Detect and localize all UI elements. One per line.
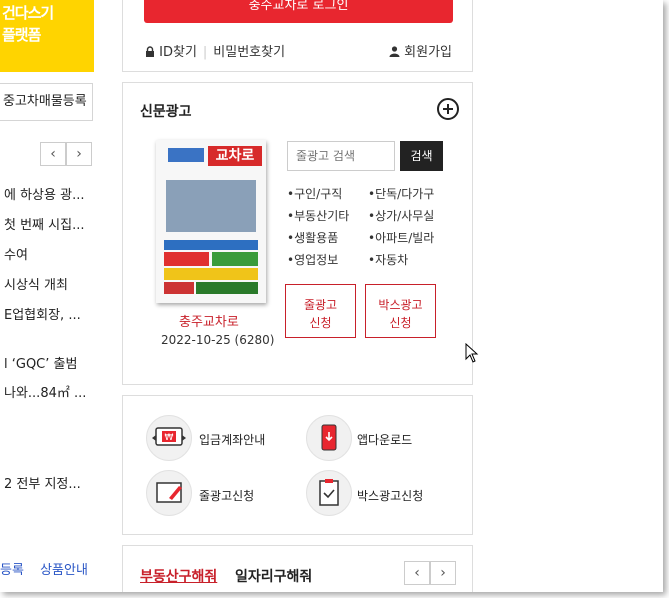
line-ad-apply-button[interactable]: 줄광고 신청 <box>285 284 356 338</box>
news-item[interactable]: 나와...84㎡ ... <box>4 382 86 401</box>
lock-icon <box>146 46 154 57</box>
bank-transfer-icon[interactable]: ₩ <box>146 415 192 461</box>
news-item[interactable]: 첫 번째 시집... <box>4 214 84 233</box>
clipboard-check-icon[interactable] <box>306 470 352 516</box>
paper-date: 2022-10-25 (6280) <box>161 333 275 347</box>
paper-name[interactable]: 충주교차로 <box>179 311 239 330</box>
product-info-link[interactable]: 상품안내 <box>40 563 88 578</box>
news-item[interactable]: 수여 <box>4 244 28 263</box>
paper-photo <box>166 180 256 232</box>
news-item[interactable]: 2 전부 지정... <box>4 473 81 492</box>
line-ad-search-input[interactable] <box>287 141 395 171</box>
job-realestate-panel: 부동산구해줘 일자리구해줘 ‹ › <box>122 545 473 592</box>
register-link[interactable]: 등록 <box>0 563 24 578</box>
paper-ads <box>164 240 258 294</box>
category-link[interactable]: •아파트/빌라 <box>368 229 434 246</box>
search-button[interactable]: 검색 <box>400 141 443 171</box>
promo-banner[interactable]: 건다스기 플랫폼 <box>0 0 94 72</box>
line-ad-apply-label-1: 줄광고 <box>303 298 338 312</box>
banner-line-1: 건다스기 <box>2 4 54 22</box>
prev-tab-button[interactable]: ‹ <box>404 561 430 585</box>
join-label: 회원가입 <box>404 45 452 60</box>
news-item[interactable]: 시상식 개최 <box>4 274 68 293</box>
box-ad-apply-label-2: 신청 <box>389 316 412 330</box>
login-panel: 충주교차로 로그인 ID찾기 | 비밀번호찾기 회원가입 <box>122 0 473 72</box>
category-link[interactable]: •생활용품 <box>287 229 338 246</box>
service-label[interactable]: 앱다운로드 <box>357 431 412 448</box>
tab-jobs[interactable]: 일자리구해줘 <box>235 566 312 586</box>
service-panel: ₩ 입금계좌안내 앱다운로드 줄광고신청 박스광고신청 <box>122 395 473 535</box>
news-item[interactable]: E업협회장, ... <box>4 304 81 323</box>
paper-masthead-small <box>168 148 204 162</box>
chevron-left-icon: ‹ <box>50 146 56 162</box>
next-news-button[interactable]: › <box>66 142 92 166</box>
prev-news-button[interactable]: ‹ <box>40 142 66 166</box>
find-id-link[interactable]: ID찾기 <box>159 45 197 60</box>
news-item[interactable]: 에 하상용 광... <box>4 184 84 203</box>
category-link[interactable]: •자동차 <box>368 251 408 268</box>
category-link[interactable]: •부동산기타 <box>287 207 349 224</box>
category-link[interactable]: •구인/구직 <box>287 185 342 202</box>
banner-line-2: 플랫폼 <box>2 26 41 44</box>
box-ad-apply-button[interactable]: 박스광고 신청 <box>365 284 436 338</box>
svg-text:₩: ₩ <box>165 433 174 443</box>
newspaper-thumbnail[interactable]: 교차로 <box>156 140 266 303</box>
category-link[interactable]: •상가/사무실 <box>368 207 434 224</box>
service-label[interactable]: 줄광고신청 <box>199 487 254 504</box>
bottom-links: 등록 상품안내 <box>0 559 100 578</box>
join-link[interactable]: 회원가입 <box>389 41 452 60</box>
service-label[interactable]: 박스광고신청 <box>357 487 423 504</box>
find-password-link[interactable]: 비밀번호찾기 <box>213 45 285 60</box>
edit-monitor-icon[interactable] <box>146 470 192 516</box>
tab-realestate[interactable]: 부동산구해줘 <box>140 566 217 586</box>
page-frame: 건다스기 플랫폼 중고차매물등록 ‹ › 에 하상용 광... 첫 번째 시집.… <box>0 0 663 592</box>
category-link[interactable]: •단독/다가구 <box>368 185 434 202</box>
chevron-right-icon: › <box>440 565 446 581</box>
plus-circle-icon[interactable] <box>437 98 459 120</box>
news-item[interactable]: l ‘GQC’ 출범 <box>4 353 77 372</box>
line-ad-apply-label-2: 신청 <box>309 316 332 330</box>
chevron-left-icon: ‹ <box>414 565 420 581</box>
used-car-register-button[interactable]: 중고차매물등록 <box>0 83 93 121</box>
service-label[interactable]: 입금계좌안내 <box>199 431 265 448</box>
login-button[interactable]: 충주교차로 로그인 <box>144 0 453 23</box>
mobile-download-icon[interactable] <box>306 415 352 461</box>
section-title: 신문광고 <box>140 104 192 120</box>
category-link[interactable]: •영업정보 <box>287 251 338 268</box>
mouse-cursor-icon <box>465 343 479 363</box>
newspaper-panel: 신문광고 교차로 충주교차로 2022-10-25 (6280) 검색 •구인/… <box>122 82 473 385</box>
user-icon <box>389 46 400 57</box>
chevron-right-icon: › <box>76 146 82 162</box>
login-links: ID찾기 | 비밀번호찾기 <box>145 41 285 60</box>
box-ad-apply-label-1: 박스광고 <box>378 298 423 312</box>
paper-logo: 교차로 <box>208 146 262 166</box>
next-tab-button[interactable]: › <box>430 561 456 585</box>
